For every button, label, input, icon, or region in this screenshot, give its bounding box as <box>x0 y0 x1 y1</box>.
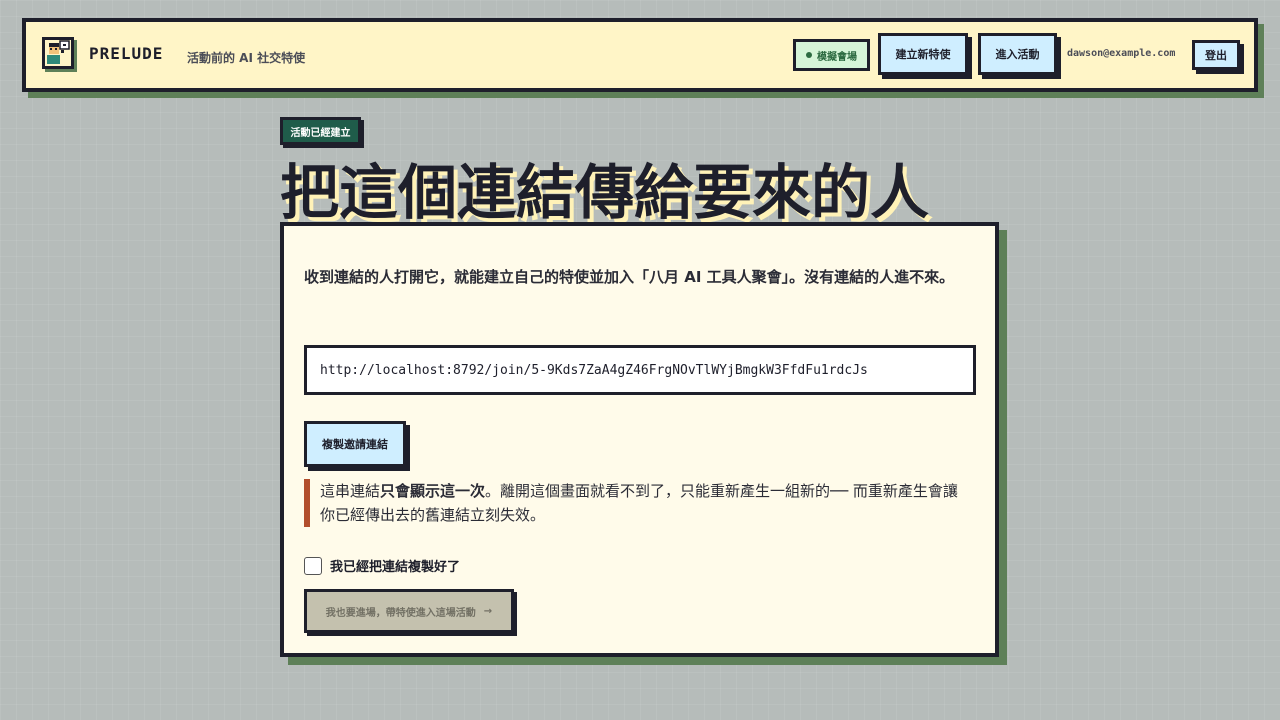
copy-invite-link-button[interactable]: 複製邀請連結 <box>304 421 406 467</box>
confirm-copied-checkbox[interactable] <box>304 556 322 575</box>
one-time-warning: 這串連結只會顯示這一次。離開這個畫面就看不到了，只能重新產生一組新的── 而重新… <box>304 479 968 527</box>
invite-card: 收到連結的人打開它，就能建立自己的特使並加入「八月 AI 工具人聚會」。沒有連結… <box>280 222 999 657</box>
logo-icon[interactable] <box>42 37 74 69</box>
enter-event-button[interactable]: 進入活動 <box>978 33 1057 75</box>
demo-venue-badge[interactable]: 模擬會場 <box>793 39 870 71</box>
warning-emphasis: 只會顯示這一次 <box>380 482 486 500</box>
page-title: 把這個連結傳給要來的人 <box>280 158 930 227</box>
confirm-copied-row[interactable]: 我已經把連結複製好了 <box>304 556 460 575</box>
arrow-right-icon: → <box>483 605 493 617</box>
demo-venue-label: 模擬會場 <box>817 51 857 63</box>
brand-name[interactable]: PRELUDE <box>89 44 163 63</box>
top-nav-bar: PRELUDE 活動前的 AI 社交特使 模擬會場 建立新特使 進入活動 daw… <box>22 18 1258 92</box>
continue-label: 我也要進場，帶特使進入這場活動 <box>325 607 476 619</box>
enter-event-with-envoy-button[interactable]: 我也要進場，帶特使進入這場活動 → <box>304 589 514 633</box>
confirm-copied-label[interactable]: 我已經把連結複製好了 <box>330 556 460 575</box>
brand-tagline: 活動前的 AI 社交特使 <box>187 51 306 65</box>
status-dot-icon <box>806 52 812 58</box>
invite-link-field[interactable]: http://localhost:8792/join/5-9Kds7ZaA4gZ… <box>304 345 976 395</box>
status-badge: 活動已經建立 <box>280 117 361 145</box>
logout-button[interactable]: 登出 <box>1192 40 1240 70</box>
create-envoy-button[interactable]: 建立新特使 <box>878 33 968 75</box>
warning-prefix: 這串連結 <box>320 482 381 500</box>
user-email: dawson@example.com <box>1067 48 1176 59</box>
intro-text: 收到連結的人打開它，就能建立自己的特使並加入「八月 AI 工具人聚會」。沒有連結… <box>304 268 955 286</box>
